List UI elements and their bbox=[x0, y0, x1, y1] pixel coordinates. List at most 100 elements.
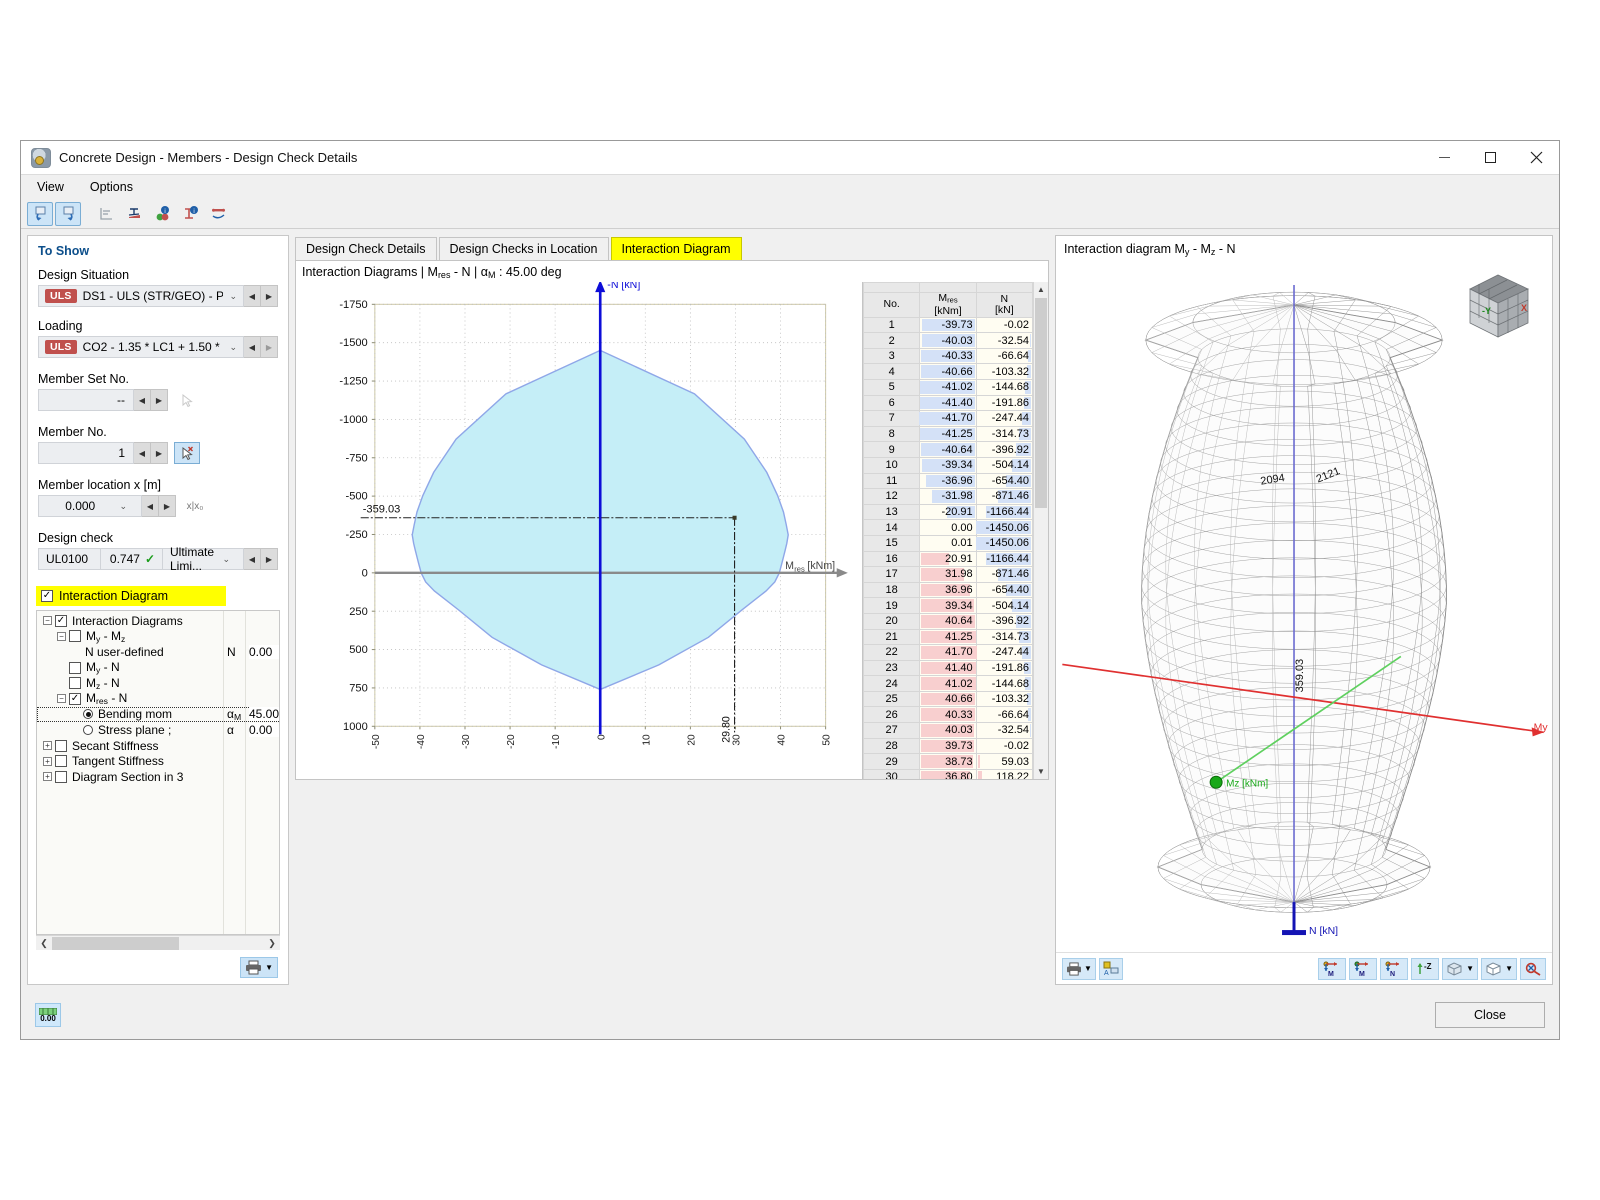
expand-icon[interactable]: + bbox=[43, 741, 52, 750]
cell-n[interactable]: -1450.06 bbox=[976, 535, 1032, 551]
tree-item-value[interactable]: 0.00 bbox=[249, 723, 280, 737]
cell-mres[interactable]: 41.70 bbox=[920, 645, 976, 661]
interaction-chart[interactable]: -50-40-30-20-1001020304050-1750-1500-125… bbox=[296, 282, 862, 779]
cell-n[interactable]: -191.86 bbox=[976, 395, 1032, 411]
radio-button-icon[interactable] bbox=[83, 709, 93, 719]
chevron-down-icon[interactable]: ⌄ bbox=[113, 501, 133, 512]
chevron-down-icon[interactable]: ▼ bbox=[265, 963, 273, 972]
relative-location-button[interactable]: x|x₀ bbox=[182, 495, 208, 517]
cell-mres[interactable]: -39.73 bbox=[920, 317, 976, 333]
cell-n[interactable]: -871.46 bbox=[976, 489, 1032, 505]
table-row[interactable]: 1-39.73-0.02 bbox=[864, 317, 1033, 333]
cell-mres[interactable]: -40.64 bbox=[920, 442, 976, 458]
table-row[interactable]: 3036.80118.22 bbox=[864, 769, 1033, 779]
cell-n[interactable]: -247.44 bbox=[976, 645, 1032, 661]
cell-mres[interactable]: 41.02 bbox=[920, 676, 976, 692]
cell-n[interactable]: -1166.44 bbox=[976, 504, 1032, 520]
cell-mres[interactable]: 0.01 bbox=[920, 535, 976, 551]
close-button[interactable]: Close bbox=[1435, 1002, 1545, 1028]
cell-n[interactable]: -504.14 bbox=[976, 598, 1032, 614]
table-row[interactable]: 2241.70-247.44 bbox=[864, 645, 1033, 661]
tree-item-value[interactable]: 0.00 bbox=[249, 645, 280, 659]
cell-mres[interactable]: 40.33 bbox=[920, 707, 976, 723]
tree-item-n-user-defined[interactable]: N user-defined N 0.00 kN bbox=[37, 644, 279, 660]
cell-mres[interactable]: -39.34 bbox=[920, 457, 976, 473]
table-row[interactable]: 11-36.96-654.40 bbox=[864, 473, 1033, 489]
table-row[interactable]: 2839.73-0.02 bbox=[864, 738, 1033, 754]
design-check-type[interactable]: Ultimate Limi... ⌄ bbox=[162, 548, 244, 570]
cell-mres[interactable]: -31.98 bbox=[920, 489, 976, 505]
cell-n[interactable]: -504.14 bbox=[976, 457, 1032, 473]
chevron-down-icon[interactable]: ⌄ bbox=[223, 291, 243, 302]
expand-icon[interactable]: + bbox=[43, 757, 52, 766]
tree-item-interaction-diagrams[interactable]: − ✓ Interaction Diagrams bbox=[37, 613, 279, 629]
cell-mres[interactable]: 41.25 bbox=[920, 629, 976, 645]
cell-n[interactable]: -1450.06 bbox=[976, 520, 1032, 536]
tree-item-diagram-section[interactable]: + Diagram Section in 3 bbox=[37, 769, 279, 785]
collapse-icon[interactable]: − bbox=[57, 632, 66, 641]
table-row[interactable]: 5-41.02-144.68 bbox=[864, 380, 1033, 396]
print-3d-button[interactable]: ▼ bbox=[1062, 958, 1096, 980]
cell-mres[interactable]: 39.34 bbox=[920, 598, 976, 614]
table-vertical-scrollbar[interactable]: ▲ ▼ bbox=[1033, 282, 1048, 779]
table-row[interactable]: 9-40.64-396.92 bbox=[864, 442, 1033, 458]
table-row[interactable]: 6-41.40-191.86 bbox=[864, 395, 1033, 411]
cell-n[interactable]: -1166.44 bbox=[976, 551, 1032, 567]
navigation-cube[interactable]: -Y X bbox=[1460, 269, 1538, 343]
chevron-down-icon[interactable]: ▼ bbox=[1084, 964, 1092, 973]
table-row[interactable]: 2540.66-103.32 bbox=[864, 691, 1033, 707]
cell-n[interactable]: -247.44 bbox=[976, 411, 1032, 427]
tree-item-mz-n[interactable]: Mz - N bbox=[37, 675, 279, 691]
cell-n[interactable]: -314.73 bbox=[976, 629, 1032, 645]
cell-n[interactable]: -654.40 bbox=[976, 582, 1032, 598]
tree-item-value[interactable]: 45.00 bbox=[249, 707, 280, 721]
table-row[interactable]: 1620.91-1166.44 bbox=[864, 551, 1033, 567]
table-row[interactable]: 1731.98-871.46 bbox=[864, 567, 1033, 583]
interaction-diagram-toggle[interactable]: ✓ Interaction Diagram bbox=[36, 586, 226, 606]
design-check-next-button[interactable]: ▶ bbox=[261, 548, 278, 570]
table-row[interactable]: 4-40.66-103.32 bbox=[864, 364, 1033, 380]
select-member-icon[interactable] bbox=[174, 442, 200, 464]
member-info-icon[interactable]: i bbox=[177, 202, 203, 226]
annotation-button[interactable]: A bbox=[1099, 958, 1123, 980]
expand-icon[interactable]: + bbox=[43, 772, 52, 781]
cell-n[interactable]: -103.32 bbox=[976, 691, 1032, 707]
cell-n[interactable]: -103.32 bbox=[976, 364, 1032, 380]
view-my-button[interactable]: M bbox=[1318, 958, 1346, 980]
cell-n[interactable]: -0.02 bbox=[976, 738, 1032, 754]
checkbox-icon[interactable]: ✓ bbox=[69, 693, 81, 705]
scroll-track[interactable] bbox=[52, 937, 264, 950]
table-row[interactable]: 2640.33-66.64 bbox=[864, 707, 1033, 723]
marker-point[interactable] bbox=[733, 516, 737, 520]
cell-n[interactable]: -66.64 bbox=[976, 707, 1032, 723]
table-row[interactable]: 1939.34-504.14 bbox=[864, 598, 1033, 614]
design-check-code[interactable]: UL0100 bbox=[38, 548, 100, 570]
cell-mres[interactable]: -40.03 bbox=[920, 333, 976, 349]
chevron-down-icon[interactable]: ⌄ bbox=[216, 554, 236, 565]
collapse-icon[interactable]: − bbox=[57, 694, 66, 703]
cell-n[interactable]: -144.68 bbox=[976, 676, 1032, 692]
cell-mres[interactable]: 40.03 bbox=[920, 723, 976, 739]
view-mz-button[interactable]: M bbox=[1349, 958, 1377, 980]
menu-view[interactable]: View bbox=[33, 178, 68, 196]
cell-n[interactable]: 118.22 bbox=[976, 769, 1032, 779]
member-set-no-prev-button[interactable]: ◀ bbox=[134, 389, 151, 411]
tree-item-mres-n[interactable]: − ✓ Mres - N bbox=[37, 691, 279, 707]
cell-n[interactable]: -396.92 bbox=[976, 442, 1032, 458]
box-mode-button[interactable]: ▼ bbox=[1481, 958, 1517, 980]
cell-n[interactable]: -32.54 bbox=[976, 723, 1032, 739]
table-row[interactable]: 2141.25-314.73 bbox=[864, 629, 1033, 645]
cell-mres[interactable]: -41.02 bbox=[920, 380, 976, 396]
cell-mres[interactable]: 40.64 bbox=[920, 613, 976, 629]
checkbox-icon[interactable] bbox=[69, 630, 81, 642]
member-no-next-button[interactable]: ▶ bbox=[151, 442, 168, 464]
cell-mres[interactable]: 0.00 bbox=[920, 520, 976, 536]
member-location-input[interactable]: 0.000 ⌄ bbox=[38, 495, 142, 517]
scroll-up-icon[interactable]: ▲ bbox=[1034, 282, 1048, 297]
cell-mres[interactable]: 40.66 bbox=[920, 691, 976, 707]
chevron-down-icon[interactable]: ⌄ bbox=[223, 342, 243, 353]
menu-options[interactable]: Options bbox=[86, 178, 137, 196]
design-situation-prev-button[interactable]: ◀ bbox=[244, 285, 261, 307]
cell-n[interactable]: -66.64 bbox=[976, 348, 1032, 364]
radio-button-icon[interactable] bbox=[83, 725, 93, 735]
